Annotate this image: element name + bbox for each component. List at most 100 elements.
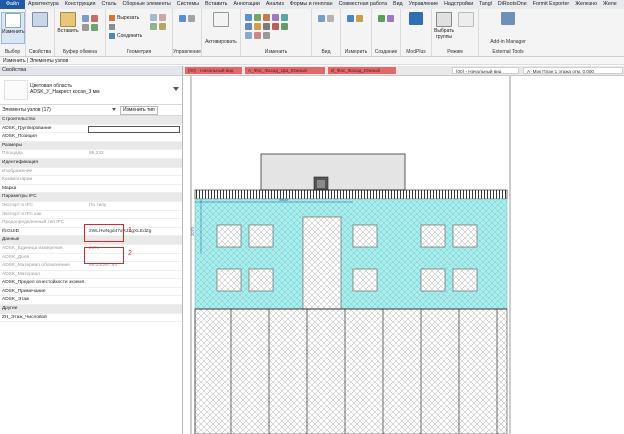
property-name: Площадь xyxy=(2,151,23,157)
property-row[interactable]: ADSK_Материал xyxy=(0,271,182,280)
tab-collaborate[interactable]: Совместная работа xyxy=(336,0,390,9)
tab-file[interactable]: Файл xyxy=(0,0,26,9)
tab-view[interactable]: Вид xyxy=(390,0,406,9)
tab-analyze[interactable]: Анализ xyxy=(263,0,287,9)
dimension-icon[interactable] xyxy=(356,15,363,22)
hide-icon[interactable] xyxy=(318,15,325,22)
property-group-header[interactable]: Другие xyxy=(0,305,182,314)
property-group-header[interactable]: Идентификация xyxy=(0,158,182,168)
lower-wall-hatch[interactable] xyxy=(194,308,508,434)
scale-icon[interactable] xyxy=(245,32,252,39)
cut-geometry-button[interactable]: Вырезать xyxy=(109,14,139,22)
array-icon[interactable] xyxy=(281,23,288,30)
edit-type-button[interactable]: Изменить тип xyxy=(120,106,158,115)
rotate-icon[interactable] xyxy=(263,23,270,30)
property-group-header[interactable]: Строительство xyxy=(0,116,182,125)
property-row[interactable]: ADSK_Этаж xyxy=(0,296,182,306)
copy-element-icon[interactable] xyxy=(254,23,261,30)
join-button[interactable]: Соединить xyxy=(109,32,142,40)
tab-view-facade-south[interactable]: И_Фас_Фасад_Южный xyxy=(328,67,396,74)
tab-tangl[interactable]: Tangl xyxy=(476,0,495,9)
tab-view-start-1[interactable]: {00} - Начальный вид xyxy=(185,67,242,74)
roof-structure[interactable] xyxy=(260,153,406,191)
property-value-input[interactable] xyxy=(88,125,180,133)
tab-formit[interactable]: Formit Exporter xyxy=(530,0,573,9)
pin-icon[interactable] xyxy=(188,15,195,22)
chevron-down-icon[interactable] xyxy=(112,108,116,111)
copy-icon[interactable] xyxy=(82,15,89,22)
move-icon[interactable] xyxy=(179,15,186,22)
lock-icon[interactable] xyxy=(263,32,270,39)
instance-filter[interactable]: Элементы узлов (17) Изменить тип xyxy=(0,105,182,116)
tab-view-start-2[interactable]: {00} - Начальный вид xyxy=(452,67,519,74)
tab-structure[interactable]: Конструкция xyxy=(62,0,99,9)
property-row[interactable]: ADSK_Группирование xyxy=(0,125,182,134)
paint-icon[interactable] xyxy=(91,24,98,31)
property-name: IfcGUID xyxy=(2,228,20,234)
tab-annotate[interactable]: Аннотации xyxy=(230,0,262,9)
modify-button[interactable]: Изменить xyxy=(1,12,25,44)
property-row[interactable]: Площадь 89,232 xyxy=(0,150,182,159)
select-groups-button[interactable]: Выбрать группы xyxy=(434,12,454,42)
delete-icon[interactable] xyxy=(254,32,261,39)
match-icon[interactable] xyxy=(82,24,89,31)
split-face-icon[interactable] xyxy=(150,14,157,21)
uncut-button[interactable] xyxy=(109,23,117,31)
tab-zhelezno[interactable]: Железно xyxy=(572,0,600,9)
tab-view-plan-level-1[interactable]: А_Мрк План 1 этажа отм. 0,000 xyxy=(523,67,623,74)
mirror-draw-icon[interactable] xyxy=(272,14,279,21)
modplus-button[interactable] xyxy=(405,12,427,42)
properties-button[interactable] xyxy=(29,12,51,42)
property-name: Данные xyxy=(2,237,20,243)
paste-button[interactable]: Вставить xyxy=(57,12,79,42)
paint-face-icon[interactable] xyxy=(159,14,166,21)
tab-architecture[interactable]: Архитектура xyxy=(25,0,62,9)
tab-systems[interactable]: Системы xyxy=(174,0,202,9)
cut-icon[interactable] xyxy=(91,15,98,22)
tab-massing-site[interactable]: Формы и генплан xyxy=(287,0,336,9)
property-row[interactable]: ADSK_Позиция xyxy=(0,133,182,142)
tab-steel[interactable]: Сталь xyxy=(98,0,119,9)
property-value[interactable]: По типу xyxy=(89,202,179,210)
property-value[interactable]: 89,232 xyxy=(89,150,179,158)
edit-boundary-button[interactable] xyxy=(456,12,476,42)
create-similar-icon[interactable] xyxy=(378,15,385,22)
move-element-icon[interactable] xyxy=(245,23,252,30)
property-row[interactable]: Экспорт в IFC как xyxy=(0,211,182,220)
drawing-canvas[interactable]: 9800 2070 xyxy=(183,76,624,434)
measure-icon[interactable] xyxy=(347,15,354,22)
create-group-icon[interactable] xyxy=(387,15,394,22)
override-icon[interactable] xyxy=(327,15,334,22)
trim-icon[interactable] xyxy=(281,14,288,21)
chevron-down-icon[interactable] xyxy=(173,87,179,91)
wall-join-icon[interactable] xyxy=(150,23,157,30)
offset-icon[interactable] xyxy=(254,14,261,21)
tab-diroots[interactable]: DiRootsOne xyxy=(495,0,530,9)
tab-view-facade-south-cs[interactable]: А_Фас_Фасад_ЦШ_Южный xyxy=(245,67,325,74)
ribbon-group-external-tools: Add-in Manager External Tools xyxy=(479,9,537,56)
marker-2: 2 xyxy=(128,250,132,257)
tab-manage[interactable]: Управление xyxy=(406,0,441,9)
property-name: Предопределенный тип IFC xyxy=(2,220,65,226)
addin-manager-button[interactable] xyxy=(497,12,519,42)
tab-zhelezno-2[interactable]: Желе xyxy=(600,0,620,9)
property-row[interactable]: Марка xyxy=(0,185,182,194)
demolish-icon[interactable] xyxy=(159,23,166,30)
activate-button[interactable] xyxy=(210,12,232,42)
property-row[interactable]: ADSK_Примечание xyxy=(0,288,182,297)
property-row[interactable]: ADSK_Предел огнестойкости экземп… xyxy=(0,279,182,288)
property-group-header[interactable]: Размеры xyxy=(0,141,182,151)
property-row[interactable]: Экспорт в IFC По типу xyxy=(0,202,182,211)
property-row[interactable]: Комментарии xyxy=(0,176,182,185)
parapet-railing[interactable] xyxy=(194,189,508,200)
property-row[interactable]: ZH_Этаж_Числовой xyxy=(0,314,182,323)
mirror-icon[interactable] xyxy=(263,14,270,21)
align-icon[interactable] xyxy=(245,14,252,21)
split-icon[interactable] xyxy=(272,23,279,30)
tab-insert[interactable]: Вставить xyxy=(202,0,230,9)
property-row[interactable]: Изображение xyxy=(0,168,182,177)
type-selector[interactable]: Цветовая область ADSK_У_Накрест косая_3 … xyxy=(0,76,182,105)
tab-addins[interactable]: Надстройки xyxy=(441,0,476,9)
property-group-header[interactable]: Параметры IFC xyxy=(0,193,182,202)
tab-precast[interactable]: Сборные элементы xyxy=(119,0,173,9)
